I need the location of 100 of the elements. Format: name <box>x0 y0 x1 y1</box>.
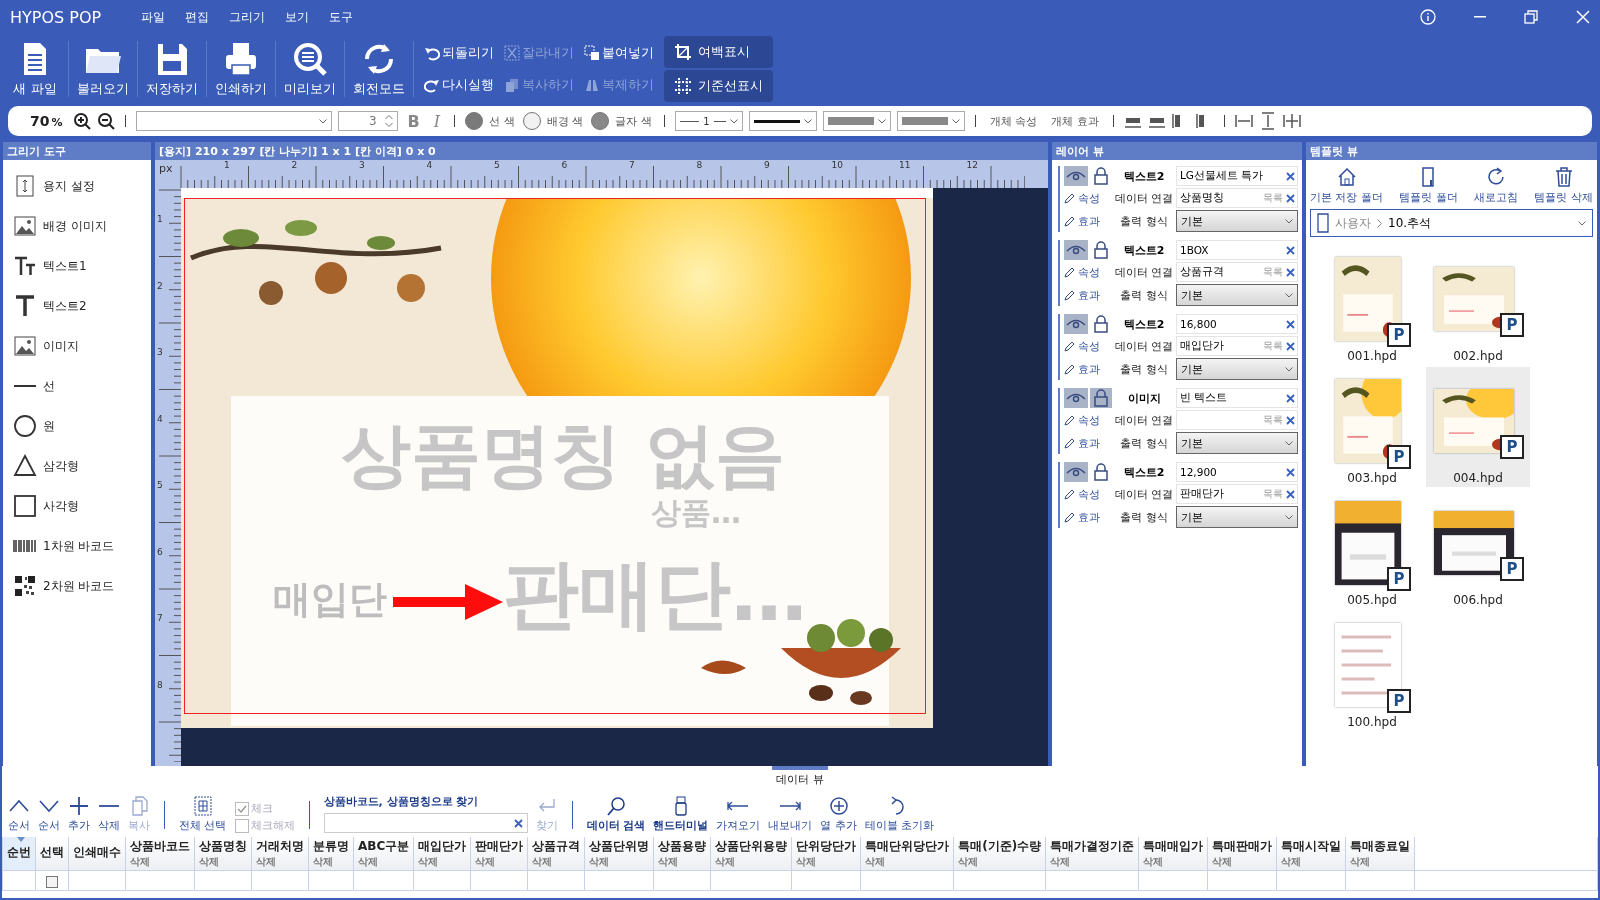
tool-item[interactable]: 텍스트2 <box>3 286 87 326</box>
fill-color-dropdown[interactable] <box>896 111 965 131</box>
toolbar-button[interactable]: 순서 <box>8 796 30 833</box>
column-header[interactable]: 순번 <box>2 837 36 871</box>
font-size-spinner[interactable]: 3 <box>337 111 398 131</box>
effect-link[interactable]: 효과 <box>1064 361 1112 377</box>
column-header[interactable]: 판매단가 삭제 <box>470 837 528 871</box>
toggle-button[interactable]: 여백표시 <box>664 36 773 68</box>
toolbar-button[interactable]: 새 파일 <box>6 40 64 98</box>
color-swatch[interactable] <box>465 112 484 130</box>
clear-icon[interactable] <box>513 818 523 828</box>
color-swatch[interactable] <box>522 112 541 130</box>
format-dropdown[interactable]: 기본 <box>1176 210 1298 232</box>
eye-icon[interactable] <box>1064 240 1088 260</box>
path-dropdown[interactable]: 사용자 10.추석 <box>1310 209 1593 237</box>
lock-icon[interactable] <box>1090 388 1112 408</box>
tool-item[interactable]: 1차원 바코드 <box>3 526 115 566</box>
column-header[interactable]: ABC구분 삭제 <box>353 837 414 871</box>
menu-item[interactable]: 그리기 <box>229 8 266 26</box>
clear-icon[interactable] <box>1286 319 1295 329</box>
toolbar-link[interactable]: 개체 효과 <box>1047 113 1103 129</box>
toolbar-button[interactable]: 저장하기 <box>142 40 202 98</box>
column-header[interactable]: 특매매입가 삭제 <box>1138 837 1208 871</box>
value-field[interactable]: LG선물세트 특가 <box>1176 166 1298 186</box>
toolbar-button[interactable]: 템플릿 폴더 <box>1399 166 1458 205</box>
format-dropdown[interactable]: 기본 <box>1176 432 1298 454</box>
zoom-in-icon[interactable] <box>72 112 91 130</box>
column-header[interactable]: 특매종료일 삭제 <box>1345 837 1415 871</box>
format-dropdown[interactable]: 기본 <box>1176 284 1298 306</box>
toolbar-button[interactable]: 테이블 초기화 <box>864 796 935 833</box>
eye-icon[interactable] <box>1064 388 1088 408</box>
bold-button[interactable]: B <box>403 111 424 131</box>
format-dropdown[interactable]: 기본 <box>1176 506 1298 528</box>
tool-item[interactable]: 2차원 바코드 <box>3 566 115 606</box>
toolbar-button[interactable]: 열 추가 <box>820 796 857 833</box>
menu-item[interactable]: 편집 <box>185 8 210 26</box>
column-header[interactable]: 특매단위당단가 삭제 <box>860 837 954 871</box>
column-header[interactable]: 상품용량 삭제 <box>653 837 711 871</box>
tool-item[interactable]: 원 <box>3 406 55 446</box>
toolbar-button[interactable]: 인쇄하기 <box>211 40 271 98</box>
restore-icon[interactable] <box>1524 10 1538 24</box>
column-header[interactable]: 상품명칭 삭제 <box>194 837 252 871</box>
clear-icon[interactable] <box>1286 171 1295 181</box>
menu-item[interactable]: 도구 <box>329 8 354 26</box>
clear-icon[interactable] <box>1286 415 1295 425</box>
property-link[interactable]: 속성 <box>1064 264 1112 280</box>
column-header[interactable]: 특매판매가 삭제 <box>1207 837 1277 871</box>
toolbar-button[interactable]: 회전모드 <box>349 40 409 98</box>
format-dropdown[interactable]: 기본 <box>1176 358 1298 380</box>
effect-link[interactable]: 효과 <box>1064 213 1112 229</box>
effect-link[interactable]: 효과 <box>1064 287 1112 303</box>
spacing-icon[interactable] <box>1282 112 1301 130</box>
toolbar-button[interactable]: 데이터 검색 <box>586 796 646 833</box>
toolbar-button[interactable]: 추가 <box>68 796 90 833</box>
effect-link[interactable]: 효과 <box>1064 509 1112 525</box>
tool-item[interactable]: 사각형 <box>3 486 79 526</box>
value-field[interactable]: 1BOX <box>1176 240 1298 260</box>
spacing-icon[interactable] <box>1234 112 1253 130</box>
property-link[interactable]: 속성 <box>1064 486 1112 502</box>
template-item[interactable]: P 001.hpd <box>1320 245 1424 365</box>
menu-item[interactable]: 파일 <box>141 8 166 26</box>
clear-icon[interactable] <box>1286 193 1295 203</box>
clear-icon[interactable] <box>1286 341 1295 351</box>
zoom-out-icon[interactable] <box>96 112 115 130</box>
tool-item[interactable]: 배경 이미지 <box>3 206 107 246</box>
tool-item[interactable]: 선 <box>3 366 55 406</box>
toolbar-button[interactable]: 순서 <box>38 796 60 833</box>
toolbar-button[interactable]: 미리보기 <box>280 40 340 98</box>
template-item[interactable]: P 003.hpd <box>1320 367 1424 487</box>
column-header[interactable]: 상품규격 삭제 <box>527 837 585 871</box>
tool-item[interactable]: 이미지 <box>3 326 79 366</box>
row-checkbox[interactable] <box>46 875 58 888</box>
template-item[interactable]: P 100.hpd <box>1320 611 1424 731</box>
eye-icon[interactable] <box>1064 314 1088 334</box>
effect-link[interactable]: 효과 <box>1064 435 1112 451</box>
data-link-field[interactable]: 상품규격 목록 <box>1176 262 1298 282</box>
column-header[interactable]: 상품단위용량 삭제 <box>710 837 792 871</box>
toolbar-button[interactable]: 템플릿 삭제 <box>1534 166 1593 205</box>
value-field[interactable]: 12,900 <box>1176 462 1298 482</box>
clear-icon[interactable] <box>1286 267 1295 277</box>
column-header[interactable]: 특매시작일 삭제 <box>1276 837 1346 871</box>
column-header[interactable]: 단위당단가 삭제 <box>791 837 861 871</box>
toolbar-button[interactable]: 되돌리기 <box>424 37 494 69</box>
toolbar-button[interactable]: 삭제 <box>98 796 120 833</box>
eye-icon[interactable] <box>1064 166 1088 186</box>
clear-icon[interactable] <box>1286 393 1295 403</box>
toolbar-button[interactable]: 새로고침 <box>1474 166 1519 205</box>
clear-icon[interactable] <box>1286 489 1295 499</box>
info-icon[interactable] <box>1420 9 1436 25</box>
property-link[interactable]: 속성 <box>1064 412 1112 428</box>
toolbar-button[interactable]: 붙여넣기 <box>584 37 654 69</box>
template-item[interactable]: P 006.hpd <box>1426 489 1530 609</box>
toolbar-button[interactable]: 내보내기 <box>768 796 813 833</box>
column-header[interactable]: 분류명 삭제 <box>308 837 354 871</box>
panel-tab[interactable]: 데이터 뷰 <box>772 766 828 787</box>
search-field[interactable] <box>323 813 528 833</box>
close-icon[interactable] <box>1576 10 1590 24</box>
value-field[interactable]: 빈 텍스트 <box>1176 388 1298 408</box>
column-header[interactable]: 매입단가 삭제 <box>413 837 471 871</box>
toolbar-button[interactable]: 기본 저장 폴더 <box>1310 166 1383 205</box>
